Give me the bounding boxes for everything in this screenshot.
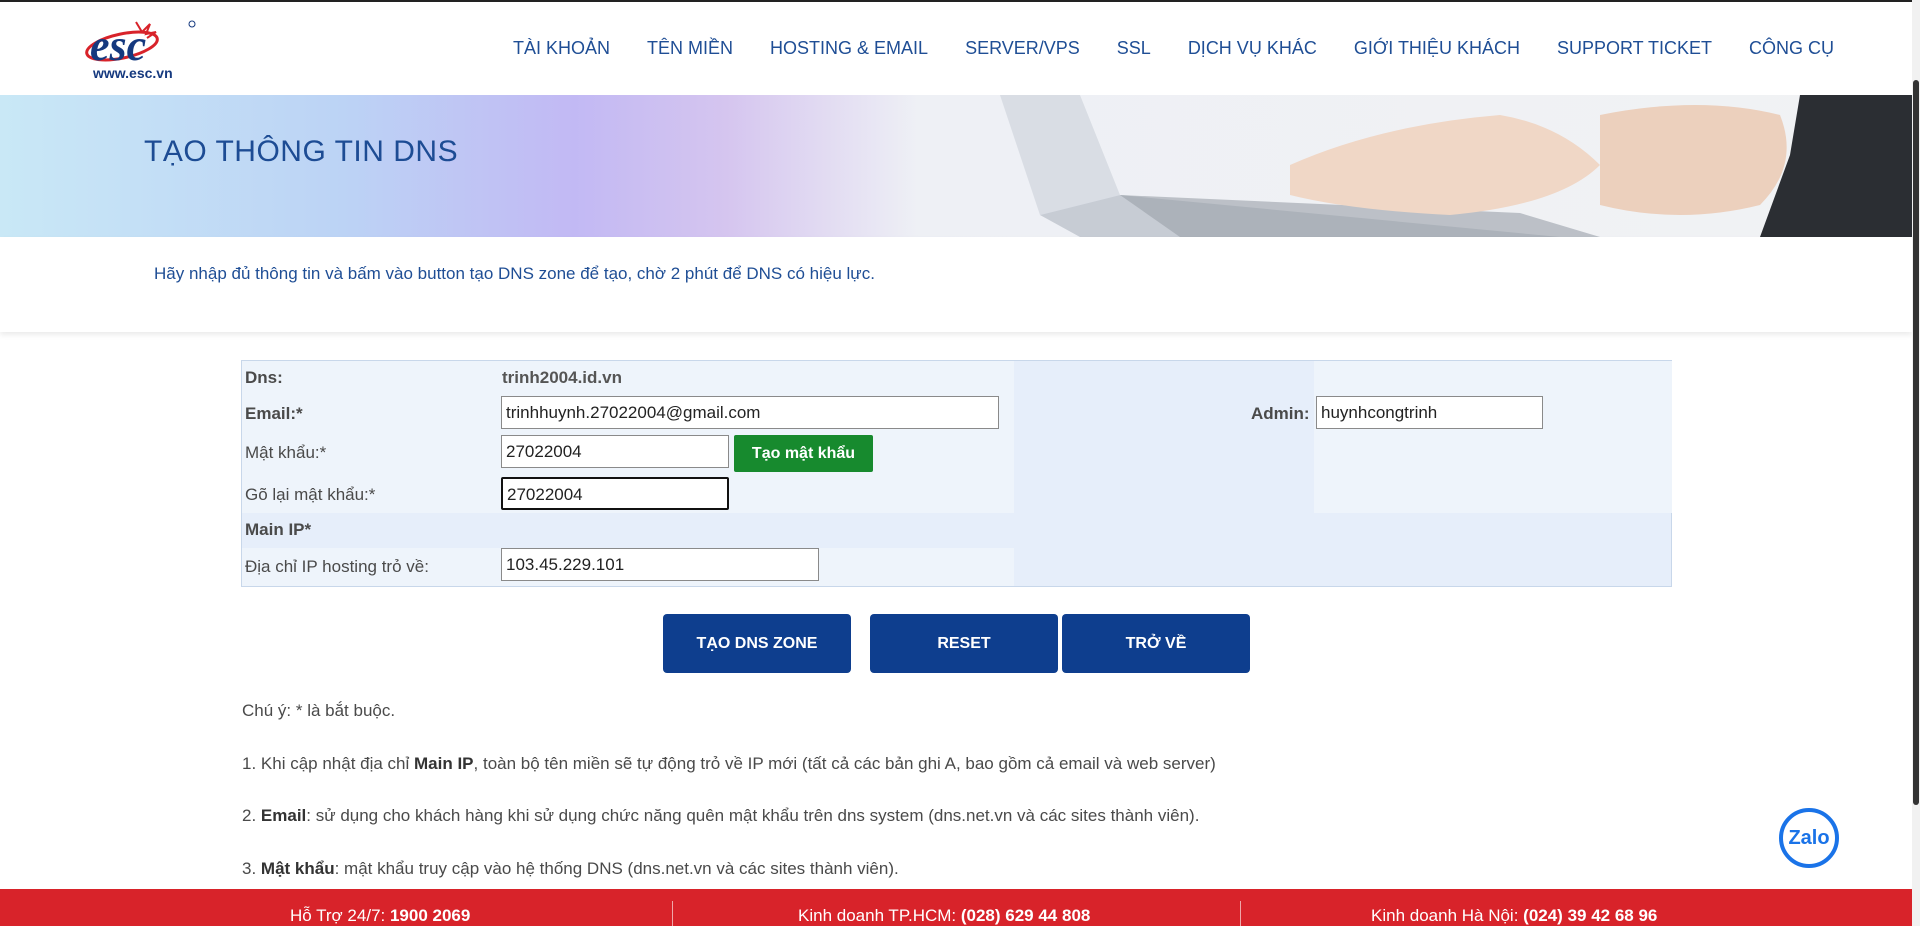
password-field[interactable]: 27022004 [501,435,729,468]
note-3: 3. Mật khẩu: mật khẩu truy cập vào hệ th… [242,859,899,879]
note-1-bold: Main IP [414,754,474,773]
page-title: TẠO THÔNG TIN DNS [144,135,459,168]
create-dns-zone-button[interactable]: TẠO DNS ZONE [663,614,851,673]
note-3-prefix: 3. [242,859,261,878]
note-2-prefix: 2. [242,806,261,825]
footer-divider [672,901,673,926]
contact-footer: Hỗ Trợ 24/7: 1900 2069 Kinh doanh TP.HCM… [0,889,1912,926]
esc-logo-mark: esc [85,20,196,70]
note-2-suffix: : sử dụng cho khách hàng khi sử dụng chứ… [306,806,1200,825]
support-phone: 1900 2069 [389,906,471,925]
hn-hotline[interactable]: Kinh doanh Hà Nội: (024) 39 42 68 96 [1371,906,1657,926]
dns-value: trinh2004.id.vn [502,368,622,387]
dns-label: Dns: [245,368,283,387]
support-hotline[interactable]: Hỗ Trợ 24/7: 1900 2069 [290,906,470,926]
note-2: 2. Email: sử dụng cho khách hàng khi sử … [242,806,1199,826]
email-field[interactable]: trinhhuynh.27022004@gmail.com [501,396,999,429]
logo-url: www.esc.vn [93,65,173,81]
instruction-panel: Hãy nhập đủ thông tin và bấm vào button … [0,237,1912,332]
dns-form [241,360,1672,587]
admin-field[interactable]: huynhcongtrinh [1316,396,1543,429]
admin-label: Admin: [1251,404,1310,423]
site-header: esc www.esc.vn TÀI KHOẢN TÊN MIỀN HOSTIN… [0,0,1912,95]
repassword-field[interactable]: 27022004 [501,477,729,510]
nav-server-vps[interactable]: SERVER/VPS [965,38,1080,59]
nav-hosting-email[interactable]: HOSTING & EMAIL [770,38,928,59]
instruction-text: Hãy nhập đủ thông tin và bấm vào button … [154,264,875,283]
nav-support-ticket[interactable]: SUPPORT TICKET [1557,38,1712,59]
nav-tai-khoan[interactable]: TÀI KHOẢN [513,38,610,59]
reset-button[interactable]: RESET [870,614,1058,673]
note-1-prefix: 1. Khi cập nhật địa chỉ [242,754,415,773]
main-nav: TÀI KHOẢN TÊN MIỀN HOSTING & EMAIL SERVE… [513,38,1871,59]
nav-gioi-thieu-khach[interactable]: GIỚI THIỆU KHÁCH [1354,38,1520,59]
nav-ten-mien[interactable]: TÊN MIỀN [647,38,733,59]
note-1-suffix: , toàn bộ tên miền sẽ tự động trỏ về IP … [473,754,1216,773]
nav-dich-vu-khac[interactable]: DỊCH VỤ KHÁC [1188,38,1317,59]
form-panel-right [1314,361,1672,513]
footer-divider [1240,901,1241,926]
zalo-label: Zalo [1788,826,1830,849]
nav-ssl[interactable]: SSL [1117,38,1151,59]
page: esc www.esc.vn TÀI KHOẢN TÊN MIỀN HOSTIN… [0,0,1920,926]
scrollbar-thumb[interactable] [1913,80,1919,805]
repassword-label: Gõ lại mật khẩu:* [245,485,376,504]
ip-label: Địa chỉ IP hosting trỏ về: [245,557,429,576]
note-1: 1. Khi cập nhật địa chỉ Main IP, toàn bộ… [242,754,1216,774]
svg-text:esc: esc [90,21,146,68]
generate-password-button[interactable]: Tạo mật khẩu [734,435,873,472]
ip-field[interactable]: 103.45.229.101 [501,548,819,581]
note-3-suffix: : mật khẩu truy cập vào hệ thống DNS (dn… [334,859,899,878]
hn-phone: (024) 39 42 68 96 [1523,906,1658,925]
hcm-phone: (028) 629 44 808 [960,906,1091,925]
support-label: Hỗ Trợ 24/7: [290,906,390,925]
zalo-chat-button[interactable]: Zalo [1779,808,1839,868]
nav-cong-cu[interactable]: CÔNG CỤ [1749,38,1834,59]
page-scrollbar[interactable] [1912,0,1920,926]
hn-label: Kinh doanh Hà Nội: [1371,906,1524,925]
esc-logo[interactable]: esc www.esc.vn [84,18,199,83]
note-intro: Chú ý: * là bắt buộc. [242,701,396,720]
main-ip-label: Main IP* [245,520,312,539]
email-label: Email:* [245,404,303,423]
note-3-bold: Mật khẩu [260,859,335,878]
hcm-hotline[interactable]: Kinh doanh TP.HCM: (028) 629 44 808 [798,906,1090,926]
page-banner: TẠO THÔNG TIN DNS [0,95,1912,237]
back-button[interactable]: TRỞ VỀ [1062,614,1250,673]
note-2-bold: Email [260,806,307,825]
hcm-label: Kinh doanh TP.HCM: [798,906,961,925]
password-label: Mật khẩu:* [245,443,327,462]
